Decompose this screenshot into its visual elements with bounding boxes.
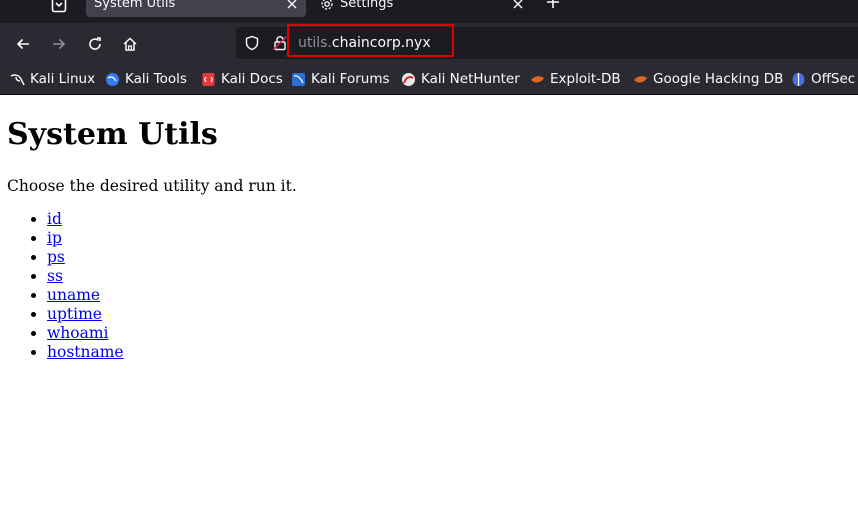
bookmark-offsec[interactable]: OffSec [791,70,855,88]
utility-link-ip[interactable]: ip [47,229,62,247]
tab-overview-icon[interactable] [48,0,70,16]
utility-link-ps[interactable]: ps [47,248,65,266]
list-item: hostname [47,343,124,362]
close-tab-icon[interactable] [287,0,297,13]
bookmark-label: Kali Linux [30,71,96,87]
bookmark-exploit-db[interactable]: Exploit-DB [530,70,621,88]
new-tab-icon[interactable] [545,0,563,12]
bookmark-google-hacking-db[interactable]: Google Hacking DB [633,70,783,88]
page-content: System Utils Choose the desired utility … [0,95,858,519]
gear-icon [320,0,334,15]
list-item: ss [47,267,124,286]
list-item: uname [47,286,124,305]
kali-nethunter-icon [401,72,416,87]
utility-link-whoami[interactable]: whoami [47,324,108,342]
list-item: ps [47,248,124,267]
close-tab-icon[interactable] [513,0,523,13]
bookmark-label: OffSec [811,71,856,87]
page-intro: Choose the desired utility and run it. [7,177,297,195]
back-arrow-icon[interactable] [10,31,36,57]
kali-dragon-icon [10,72,25,87]
bookmarks-toolbar: Kali Linux Kali Tools Kali Docs Kali For… [0,64,858,95]
reload-icon[interactable] [82,31,108,57]
utility-link-ss[interactable]: ss [47,267,63,285]
bookmark-kali-linux[interactable]: Kali Linux [10,70,95,88]
ghdb-icon [633,72,648,87]
bookmark-label: Kali Forums [311,71,390,87]
tab-title: System Utils [94,0,176,11]
bookmark-kali-nethunter[interactable]: Kali NetHunter [401,70,520,88]
bookmark-kali-docs[interactable]: Kali Docs [201,70,283,88]
tab-settings[interactable]: Settings [314,0,532,17]
page-title: System Utils [7,117,218,152]
home-icon[interactable] [117,31,143,57]
exploit-db-icon [530,72,545,87]
bookmark-kali-forums[interactable]: Kali Forums [291,70,390,88]
bookmark-label: Exploit-DB [550,71,621,87]
insecure-lock-icon[interactable] [272,35,288,51]
list-item: ip [47,229,124,248]
tab-system-utils[interactable]: System Utils [86,0,306,17]
forward-arrow-icon[interactable] [46,31,72,57]
utility-link-uname[interactable]: uname [47,286,100,304]
bookmark-label: Kali NetHunter [421,71,520,87]
bookmark-kali-tools[interactable]: Kali Tools [105,70,187,88]
url-highlight-box [287,24,454,57]
list-item: whoami [47,324,124,343]
list-item: uptime [47,305,124,324]
tab-title: Settings [340,0,394,11]
shield-icon[interactable] [244,35,260,51]
bookmark-label: Kali Docs [221,71,283,87]
kali-forums-icon [291,72,306,87]
bookmark-label: Kali Tools [125,71,187,87]
utility-link-hostname[interactable]: hostname [47,343,124,361]
kali-tools-icon [105,72,120,87]
utility-link-uptime[interactable]: uptime [47,305,102,323]
utility-link-id[interactable]: id [47,210,62,228]
bookmark-label: Google Hacking DB [653,71,784,87]
tab-strip: System Utils Settings [0,0,858,23]
list-item: id [47,210,124,229]
kali-docs-icon [201,72,216,87]
utility-list: id ip ps ss uname uptime whoami hostname [0,210,124,362]
offsec-icon [791,72,806,87]
